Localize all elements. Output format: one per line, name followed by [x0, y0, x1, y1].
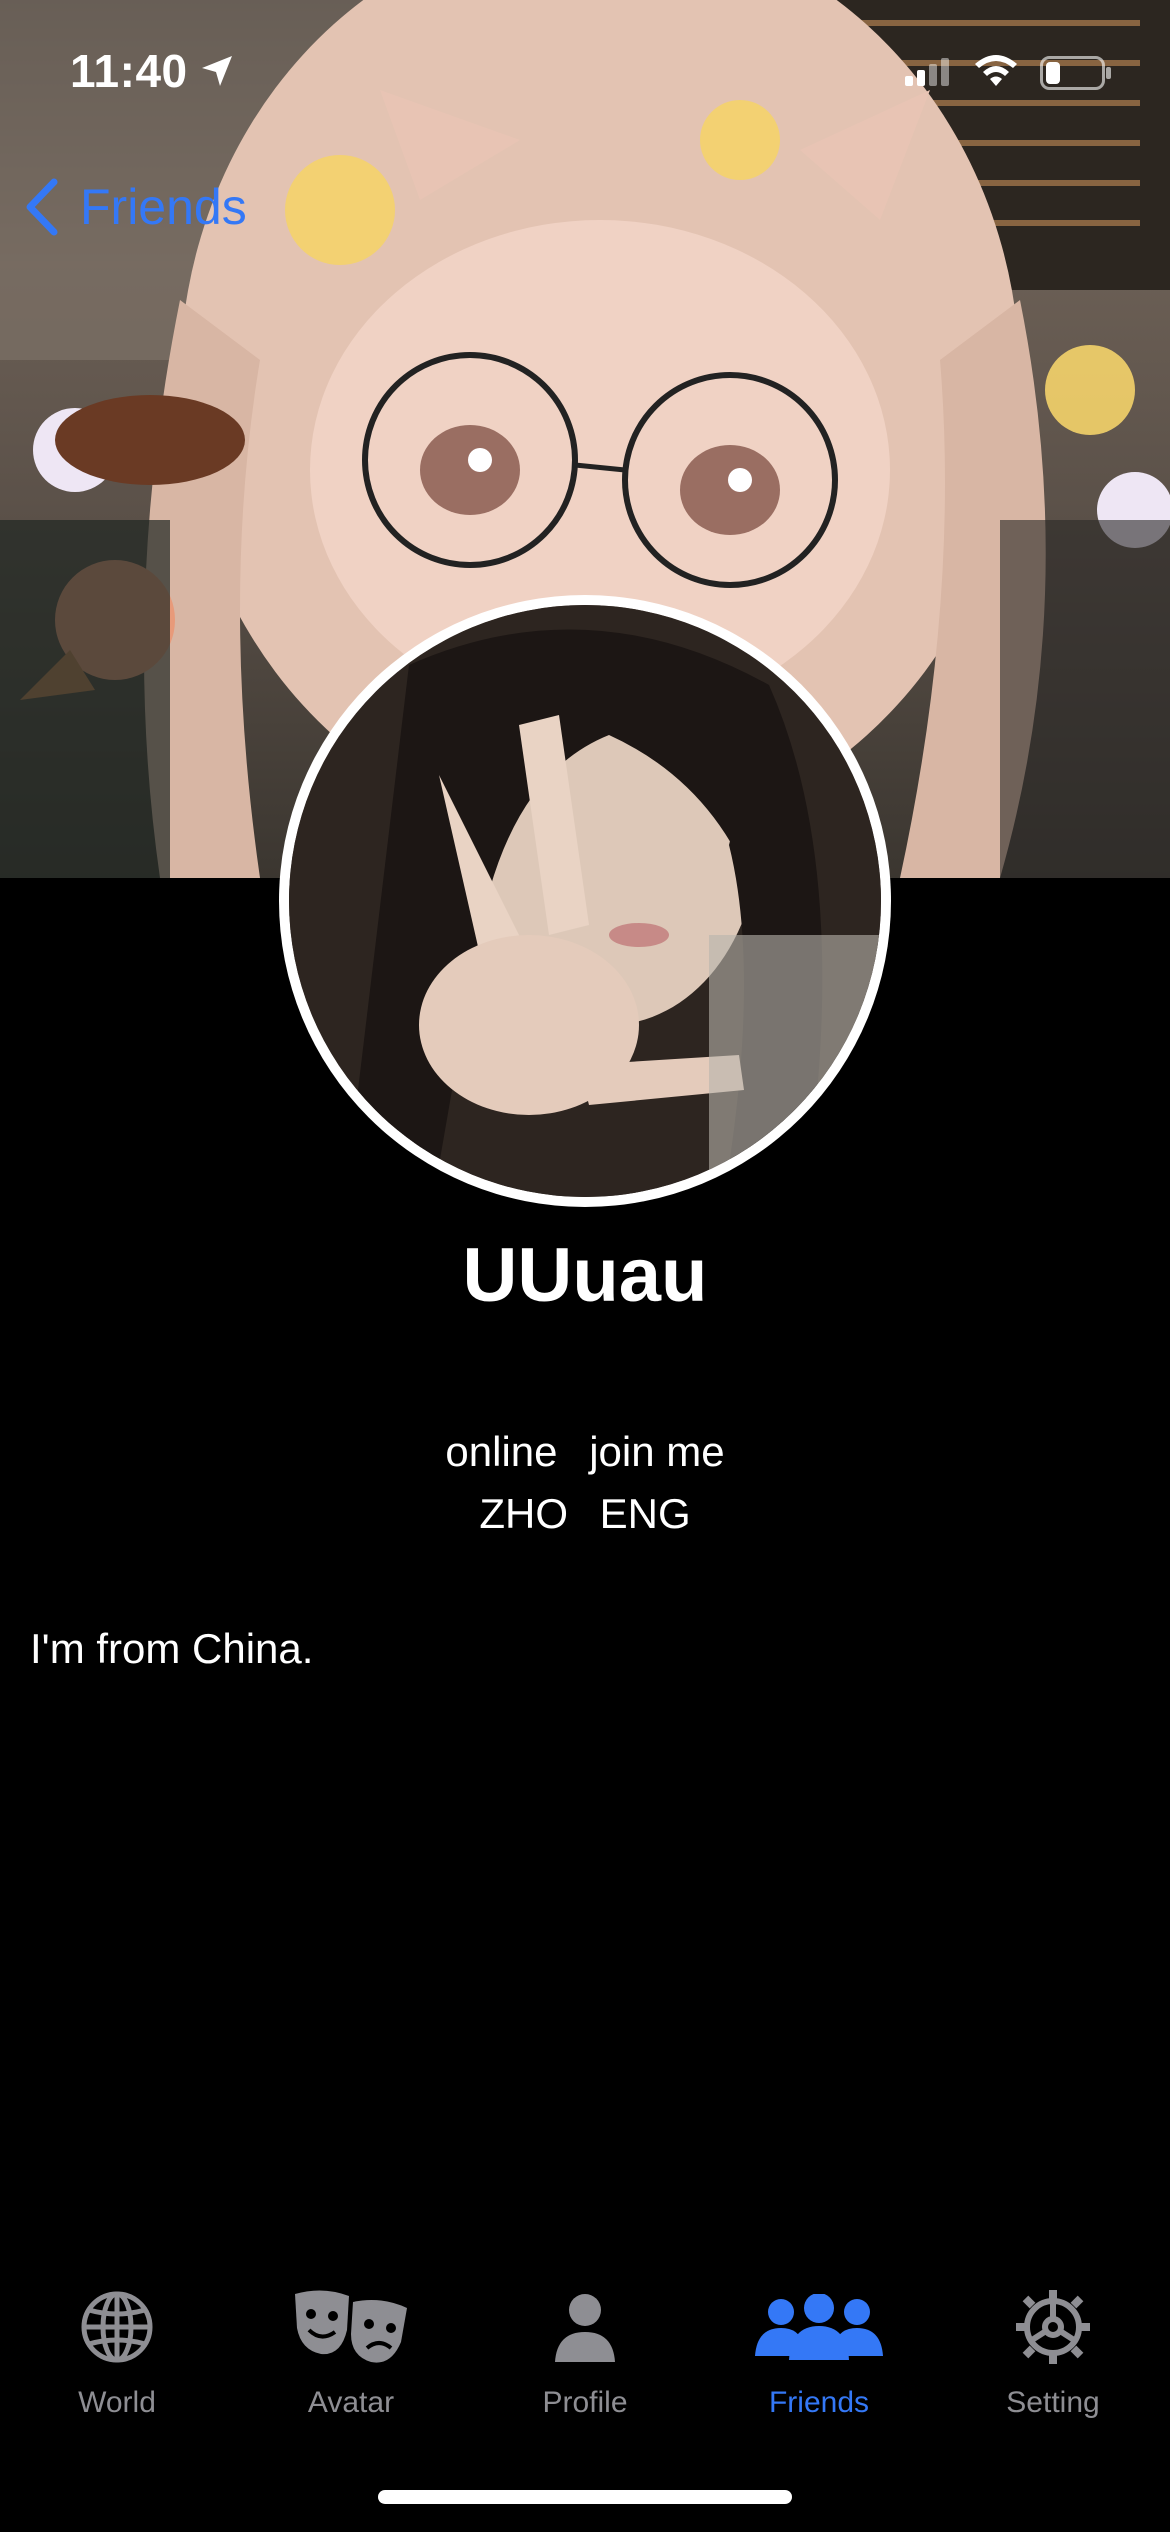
home-indicator[interactable] [378, 2490, 792, 2504]
profile-bio: I'm from China. [30, 1625, 314, 1672]
person-icon [555, 2294, 615, 2362]
battery-icon [1040, 56, 1111, 90]
tab-world[interactable]: World [0, 2270, 234, 2470]
profile-status-line: online join me [0, 1428, 1170, 1476]
tab-bar: World Avatar Profile Friends Setting [0, 2270, 1170, 2470]
globe-icon [81, 2291, 153, 2363]
tab-profile[interactable]: Profile [468, 2270, 702, 2470]
tab-label: Avatar [307, 2386, 395, 2419]
back-to-friends-button[interactable]: Friends [24, 176, 247, 238]
tab-setting[interactable]: Setting [936, 2270, 1170, 2470]
group-icon [755, 2294, 883, 2360]
tab-label: Friends [768, 2386, 870, 2419]
language-tag: ENG [599, 1490, 691, 1537]
profile-username: UUuau [462, 1233, 708, 1318]
join-status: join me [589, 1428, 725, 1475]
profile-languages: ZHO ENG [0, 1490, 1170, 1538]
language-tag: ZHO [479, 1490, 568, 1537]
cellular-signal-icon [905, 58, 949, 86]
profile-avatar [279, 595, 891, 1207]
tab-avatar[interactable]: Avatar [234, 2270, 468, 2470]
status-time: 11:40 [70, 45, 188, 97]
friend-profile-screen: 11:40 Friends UUuau online join me ZHO E… [0, 0, 1170, 2532]
theater-masks-icon [295, 2290, 407, 2363]
wifi-icon [975, 55, 1017, 86]
tab-label: Profile [542, 2386, 628, 2419]
chevron-left-icon [26, 178, 58, 236]
tab-label: World [78, 2386, 156, 2419]
gear-icon [1016, 2290, 1090, 2364]
back-button-label: Friends [80, 179, 247, 235]
location-arrow-icon [202, 56, 232, 86]
status-bar: 11:40 [0, 0, 1170, 150]
tab-label: Setting [1006, 2386, 1100, 2419]
online-status: online [445, 1428, 558, 1475]
tab-friends[interactable]: Friends [702, 2270, 936, 2470]
avatar-photo [289, 605, 881, 1197]
